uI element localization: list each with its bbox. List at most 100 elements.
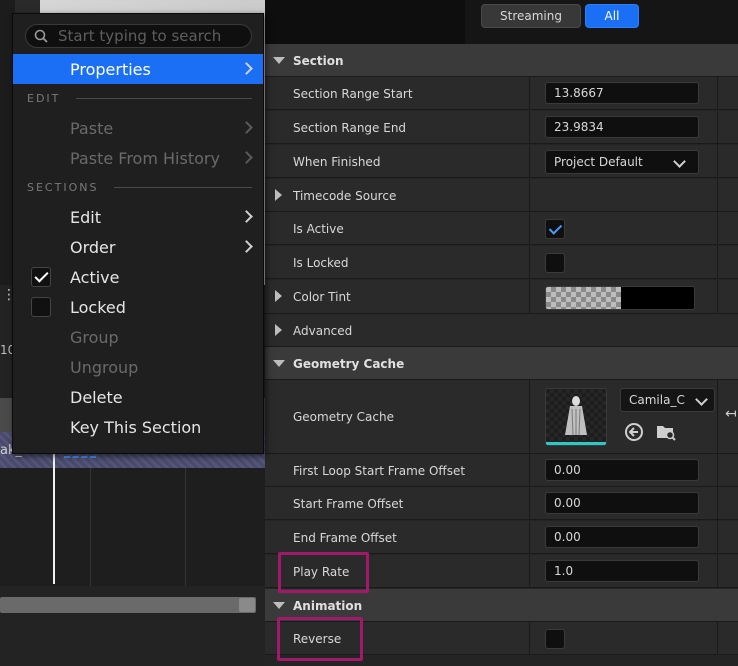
reset-arrow-icon[interactable]: ↤ [725, 406, 737, 422]
property-label: Timecode Source [293, 188, 397, 203]
row-color-tint: Color Tint [265, 280, 738, 314]
reverse-checkbox[interactable] [545, 629, 565, 649]
menu-item-label: Locked [70, 297, 126, 317]
menu-item-order[interactable]: Order [13, 232, 263, 262]
column-divider [717, 380, 718, 453]
row-is-locked: Is Locked [265, 246, 738, 279]
column-divider [717, 145, 718, 177]
row-section-range-end: Section Range End 23.9834 [265, 111, 738, 144]
locked-checkbox[interactable] [31, 297, 51, 317]
menu-item-label: Ungroup [70, 357, 139, 377]
property-label: Is Active [293, 221, 344, 236]
search-input[interactable] [26, 26, 251, 46]
filter-all-button[interactable]: All [585, 4, 639, 28]
end-frame-offset-input[interactable]: 0.00 [545, 526, 699, 548]
chevron-down-icon [673, 155, 686, 168]
column-divider [529, 622, 530, 654]
column-divider [717, 521, 718, 553]
menu-section-label: SECTIONS [27, 180, 99, 194]
menu-item-key-this-section[interactable]: Key This Section [13, 412, 263, 442]
menu-item-paste[interactable]: Paste [13, 113, 263, 143]
property-label: Advanced [293, 323, 353, 338]
menu-item-group[interactable]: Group [13, 322, 263, 352]
column-divider [717, 212, 718, 244]
ghost-figure-icon [565, 396, 587, 436]
menu-item-edit[interactable]: Edit [13, 202, 263, 232]
geometry-cache-category-header[interactable]: Geometry Cache [265, 347, 738, 380]
menu-item-paste-from-history[interactable]: Paste From History [13, 143, 263, 173]
menu-item-ungroup[interactable]: Ungroup [13, 352, 263, 382]
menu-item-label: Delete [70, 387, 123, 407]
menu-item-locked[interactable]: Locked [13, 292, 263, 322]
start-frame-offset-input[interactable]: 0.00 [545, 492, 699, 514]
playhead[interactable] [53, 440, 55, 584]
play-rate-input[interactable]: 1.0 [545, 560, 699, 582]
category-title: Section [293, 53, 344, 68]
browse-asset-icon[interactable] [656, 422, 676, 442]
row-when-finished: When Finished Project Default [265, 145, 738, 178]
column-divider [529, 280, 530, 313]
column-divider [529, 380, 530, 453]
column-divider [717, 454, 718, 486]
section-category-header[interactable]: Section [265, 44, 738, 77]
is-locked-checkbox[interactable] [545, 253, 565, 273]
grid-line [90, 468, 91, 586]
expand-arrow-icon[interactable] [275, 189, 282, 201]
collapse-arrow-icon[interactable] [273, 602, 285, 609]
column-divider [717, 555, 718, 587]
column-divider [529, 555, 530, 587]
chevron-right-icon [240, 62, 253, 75]
column-divider [529, 487, 530, 519]
chevron-right-icon [240, 151, 253, 164]
is-active-checkbox[interactable] [545, 219, 565, 239]
scrollbar-handle[interactable] [239, 598, 255, 612]
chevron-right-icon [240, 121, 253, 134]
row-start-frame-offset: Start Frame Offset 0.00 [265, 487, 738, 520]
asset-thumbnail[interactable] [545, 388, 607, 446]
filter-streaming-button[interactable]: Streaming [481, 4, 581, 28]
expand-arrow-icon[interactable] [275, 324, 282, 336]
geometry-cache-asset-dropdown[interactable]: Camila_C [620, 388, 715, 412]
column-divider [717, 77, 718, 109]
first-loop-offset-input[interactable]: 0.00 [545, 459, 699, 481]
property-label: When Finished [293, 154, 381, 169]
color-tint-swatch[interactable] [545, 286, 695, 310]
range-start-input[interactable]: 13.8667 [545, 82, 699, 104]
menu-item-properties[interactable]: Properties [13, 54, 263, 84]
row-is-active: Is Active [265, 212, 738, 245]
row-end-frame-offset: End Frame Offset 0.00 [265, 521, 738, 554]
row-timecode-source[interactable]: Timecode Source [265, 179, 738, 212]
row-section-range-start: Section Range Start 13.8667 [265, 77, 738, 110]
active-checkbox[interactable] [31, 267, 51, 287]
column-divider [529, 145, 530, 177]
menu-item-label: Properties [70, 59, 151, 79]
menu-item-label: Active [70, 267, 120, 287]
property-label: Section Range Start [293, 86, 413, 101]
grid-line [185, 468, 186, 586]
checkmark-icon [34, 268, 49, 283]
context-menu: Properties EDIT Paste Paste From History… [12, 13, 264, 454]
menu-item-label: Key This Section [70, 417, 202, 437]
checkmark-icon [548, 221, 563, 235]
menu-item-active[interactable]: Active [13, 262, 263, 292]
column-divider [529, 246, 530, 278]
menu-section-label: EDIT [27, 91, 61, 105]
when-finished-dropdown[interactable]: Project Default [545, 150, 699, 174]
menu-search-box[interactable] [25, 24, 252, 48]
details-toolbar-dark [265, 0, 465, 44]
menu-section-header-edit: EDIT [27, 91, 252, 105]
collapse-arrow-icon[interactable] [273, 57, 285, 64]
chevron-right-icon [240, 210, 253, 223]
range-end-input[interactable]: 23.9834 [545, 116, 699, 138]
separator-line [114, 186, 252, 188]
sequencer-scrollbar[interactable] [0, 597, 256, 613]
expand-arrow-icon[interactable] [275, 290, 282, 302]
row-advanced[interactable]: Advanced [265, 314, 738, 347]
use-selected-asset-icon[interactable] [624, 422, 644, 442]
dropdown-value: Project Default [554, 155, 643, 169]
menu-item-delete[interactable]: Delete [13, 382, 263, 412]
asset-name: Camila_C [629, 393, 685, 407]
collapse-arrow-icon[interactable] [273, 360, 285, 367]
menu-item-label: Group [70, 327, 119, 347]
property-label: Color Tint [293, 289, 351, 304]
